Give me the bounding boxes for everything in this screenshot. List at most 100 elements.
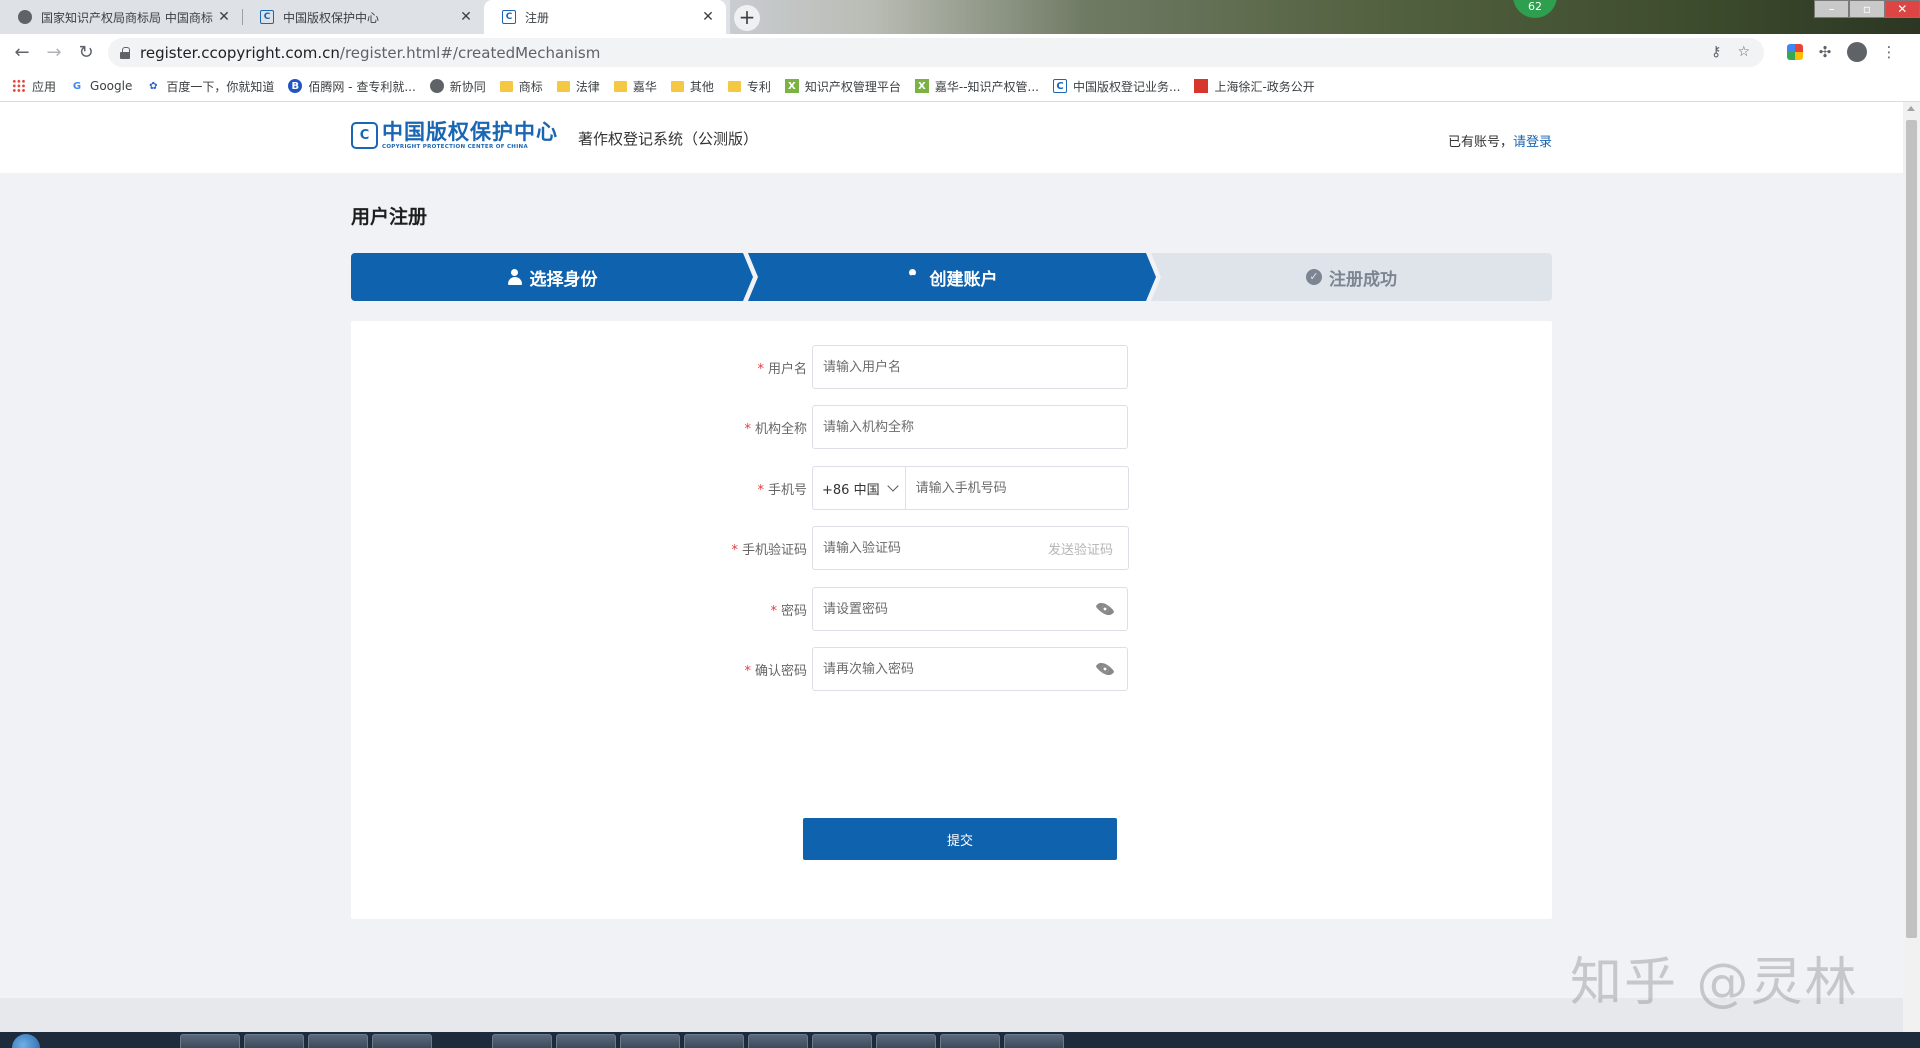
bookmark-cpcc-register[interactable]: C 中国版权登记业务... [1052,78,1180,95]
ix-icon: X [914,79,929,93]
bookmark-folder-other[interactable]: 其他 [670,78,714,95]
browser-tab-register[interactable]: C 注册 ✕ [484,0,726,34]
reload-icon[interactable]: ↻ [70,42,102,63]
forward-arrow-icon[interactable]: → [38,42,70,63]
scrollbar-thumb[interactable] [1906,120,1917,938]
bookmarks-bar: 应用 G Google ✿ 百度一下，你就知道 B 佰腾网 - 查专利就... 新协同… [0,71,1920,102]
username-label: * 用户名 [757,362,807,377]
puzzle-icon[interactable]: ✣ [1815,42,1835,62]
menu-kebab-icon[interactable]: ⋮ [1879,42,1899,62]
taskbar-item[interactable] [620,1034,680,1048]
bookmark-xuhui[interactable]: 上海徐汇-政务公开 [1194,78,1315,95]
registration-form: *用户名 *机构全称 *手机号 +86 中国 *手机验证码 发送验证码 [351,321,1552,919]
url-text[interactable]: register.ccopyright.com.cn/register.html… [140,44,600,62]
taskbar-item[interactable] [244,1034,304,1048]
taskbar-item[interactable] [492,1034,552,1048]
maximize-button[interactable]: ▫ [1849,0,1885,18]
browser-tab-trademark[interactable]: 国家知识产权局商标局 中国商标 ✕ [0,0,242,34]
login-link[interactable]: 请登录 [1513,135,1552,150]
close-tab-icon[interactable]: ✕ [700,9,716,25]
taskbar-item[interactable] [684,1034,744,1048]
form-row-sms-code: *手机验证码 发送验证码 [351,526,1552,570]
chevron-down-icon [886,479,899,492]
extension-area: ✣ ⋮ [1787,42,1899,62]
star-icon[interactable]: ☆ [1737,44,1750,60]
start-button[interactable] [12,1034,40,1048]
omnibox-actions: ⚷ ☆ [1711,44,1750,60]
taskbar-item[interactable] [308,1034,368,1048]
taskbar-item[interactable] [876,1034,936,1048]
browser-tab-bar: 国家知识产权局商标局 中国商标 ✕ C 中国版权保护中心 ✕ C 注册 ✕ + … [0,0,1920,34]
org-name-input[interactable] [813,406,1127,448]
taskbar-item[interactable] [812,1034,872,1048]
cpcc-logo[interactable]: C 中国版权保护中心 COPYRIGHT PROTECTION CENTER O… [351,120,558,151]
vertical-scrollbar[interactable] [1903,102,1920,1032]
eye-icon[interactable] [1095,659,1115,679]
scroll-up-arrow-icon[interactable] [1907,106,1915,111]
apps-grid-icon [12,79,26,93]
password-label: * 密码 [770,604,807,619]
phone-label: * 手机号 [757,483,807,498]
taskbar-item[interactable] [748,1034,808,1048]
step-create-account: 创建账户 [748,253,1156,301]
folder-icon [670,80,684,92]
bookmark-baidu[interactable]: ✿ 百度一下，你就知道 [146,78,274,95]
folder-icon [556,80,570,92]
bookmark-folder-jiahua[interactable]: 嘉华 [613,78,657,95]
os-taskbar [0,1032,1920,1048]
extension-color-icon[interactable] [1787,44,1803,60]
login-hint: 已有账号，请登录 [1447,135,1552,150]
form-row-org-name: * 机构全称 [351,405,1552,449]
confirm-password-input[interactable] [813,648,1093,690]
password-input[interactable] [813,588,1093,630]
bookmark-baiten[interactable]: B 佰腾网 - 查专利就... [288,78,416,95]
bookmark-folder-law[interactable]: 法律 [556,78,600,95]
window-close-button[interactable]: ✕ [1884,0,1920,18]
send-code-button[interactable]: 发送验证码 [1048,539,1128,558]
close-tab-icon[interactable]: ✕ [216,9,232,25]
form-row-confirm-password: * 确认密码 [351,647,1552,691]
taskbar-item[interactable] [556,1034,616,1048]
logo-subtitle: COPYRIGHT PROTECTION CENTER OF CHINA [382,144,529,150]
phone-input[interactable] [905,467,1128,509]
tab-title: 中国版权保护中心 [283,10,380,25]
close-tab-icon[interactable]: ✕ [458,9,474,25]
bookmark-google[interactable]: G Google [70,79,132,93]
sms-code-input[interactable] [813,527,1048,569]
taskbar-item[interactable] [180,1034,240,1048]
folder-icon [499,80,513,92]
back-arrow-icon[interactable]: ← [6,42,38,63]
bookmark-ip-platform[interactable]: X 知识产权管理平台 [784,78,901,95]
folder-icon [727,80,741,92]
page-body: C 中国版权保护中心 COPYRIGHT PROTECTION CENTER O… [0,102,1903,1032]
minimize-button[interactable]: – [1814,0,1850,18]
lock-icon[interactable] [120,46,130,59]
taskbar-item[interactable] [372,1034,432,1048]
bookmark-folder-patent[interactable]: 专利 [727,78,771,95]
person-icon [507,269,522,285]
logo-mark-icon: C [351,122,378,149]
form-row-username: * 用户名 [351,345,1552,389]
tab-title: 国家知识产权局商标局 中国商标 [41,10,213,25]
bookmark-jiahua-ip[interactable]: X 嘉华--知识产权管... [914,78,1039,95]
browser-tab-cpcc[interactable]: C 中国版权保护中心 ✕ [242,0,484,34]
bookmark-folder-trademark[interactable]: 商标 [499,78,543,95]
profile-avatar-icon[interactable] [1847,42,1867,62]
eye-icon[interactable] [1095,599,1115,619]
window-controls: – ▫ ✕ [1814,0,1920,18]
ix-icon: X [784,79,799,93]
key-icon[interactable]: ⚷ [1711,44,1721,60]
url-bar[interactable]: register.ccopyright.com.cn/register.html… [108,38,1764,67]
registration-steps: 选择身份 创建账户 ✓ 注册成功 [351,253,1552,301]
add-user-icon [906,269,923,285]
step-register-success: ✓ 注册成功 [1151,253,1552,301]
taskbar-item[interactable] [1004,1034,1064,1048]
country-code-select[interactable]: +86 中国 [813,467,906,509]
new-tab-button[interactable]: + [734,5,760,31]
bookmark-xinxietong[interactable]: 新协同 [429,78,486,95]
submit-button[interactable]: 提交 [803,818,1117,860]
taskbar-item[interactable] [940,1034,1000,1048]
folder-icon [613,80,627,92]
bookmark-apps[interactable]: 应用 [12,78,56,95]
username-input[interactable] [813,346,1127,388]
